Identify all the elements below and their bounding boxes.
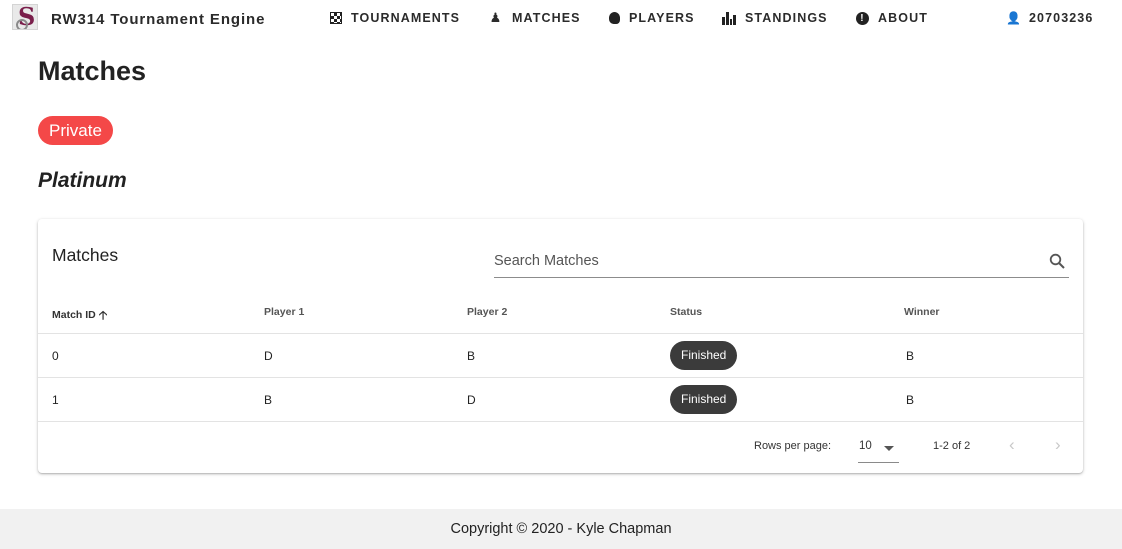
- logo-gear-icon: [16, 19, 28, 29]
- user-id-label: 20703236: [1029, 11, 1094, 25]
- tournament-name: Platinum: [38, 169, 127, 192]
- nav-standings-label: STANDINGS: [745, 11, 828, 25]
- head-profile-icon: [609, 12, 620, 24]
- cell-match-id: 1: [52, 393, 59, 407]
- status-badge: Finished: [670, 385, 738, 414]
- nav-tournaments[interactable]: TOURNAMENTS: [330, 11, 460, 25]
- page-footer: Copyright © 2020 - Kyle Chapman: [0, 509, 1122, 549]
- nav-matches[interactable]: ♟ MATCHES: [489, 10, 581, 26]
- table-pagination: Rows per page: 10 1-2 of 2 ‹ ›: [38, 421, 1083, 473]
- matches-table-card: Matches Match ID🡡 Player 1 Player 2 Stat…: [38, 219, 1083, 473]
- column-header-status[interactable]: Status: [670, 306, 702, 318]
- column-label-match-id: Match ID: [52, 309, 96, 321]
- column-header-winner[interactable]: Winner: [904, 306, 940, 318]
- page-title: Matches: [38, 56, 147, 86]
- table-title: Matches: [52, 245, 119, 265]
- chess-pawn-icon: ♟: [489, 10, 503, 25]
- search-icon[interactable]: [1049, 253, 1065, 269]
- app-logo[interactable]: S: [12, 4, 38, 30]
- top-app-bar: S RW314 Tournament Engine TOURNAMENTS ♟ …: [0, 0, 1122, 38]
- sort-ascending-arrow-icon[interactable]: 🡡: [99, 306, 108, 327]
- nav-about[interactable]: ! ABOUT: [856, 11, 928, 25]
- previous-page-icon[interactable]: ‹: [1009, 435, 1015, 455]
- cell-player-1: B: [264, 393, 273, 407]
- user-gear-icon: 👤: [1006, 11, 1023, 25]
- table-row[interactable]: 0 D B Finished B: [38, 334, 1083, 378]
- nav-matches-label: MATCHES: [512, 11, 581, 25]
- status-badge: Finished: [670, 341, 738, 370]
- nav-standings[interactable]: STANDINGS: [722, 11, 828, 25]
- dropdown-arrow-icon: [884, 446, 894, 451]
- cell-player-1: D: [264, 349, 273, 363]
- next-page-icon[interactable]: ›: [1055, 435, 1061, 455]
- column-header-player-1[interactable]: Player 1: [264, 306, 304, 318]
- chessboard-icon: [330, 12, 342, 24]
- search-input[interactable]: [494, 253, 1034, 269]
- cell-match-id: 0: [52, 349, 59, 363]
- cell-winner: B: [906, 393, 915, 407]
- pagination-range: 1-2 of 2: [933, 440, 971, 452]
- rows-per-page-label: Rows per page:: [754, 440, 832, 452]
- cell-player-2: B: [467, 349, 476, 363]
- table-header: Match ID 🡡 Player 1 Player 2 Status Winne…: [38, 299, 1083, 334]
- app-brand-title[interactable]: RW314 Tournament Engine: [51, 11, 265, 28]
- nav-about-label: ABOUT: [878, 11, 928, 25]
- column-header-match-id[interactable]: Match ID 🡡: [52, 306, 107, 327]
- nav-tournaments-label: TOURNAMENTS: [351, 11, 461, 25]
- rows-per-page-value: 10: [859, 440, 872, 452]
- search-field: [494, 243, 1069, 278]
- copyright-text: Copyright © 2020 - Kyle Chapman: [450, 521, 672, 537]
- user-account-menu[interactable]: 👤 20703236: [1006, 11, 1093, 25]
- nav-players[interactable]: PLAYERS: [609, 11, 695, 25]
- table-row[interactable]: 1 B D Finished B: [38, 378, 1083, 422]
- private-visibility-chip: Private: [38, 116, 113, 145]
- nav-players-label: PLAYERS: [629, 11, 695, 25]
- column-header-player-2[interactable]: Player 2: [467, 306, 507, 318]
- cell-winner: B: [906, 349, 915, 363]
- info-icon: !: [856, 11, 869, 25]
- bar-chart-icon: [722, 11, 736, 25]
- rows-per-page-select[interactable]: 10: [858, 433, 899, 463]
- cell-player-2: D: [467, 393, 476, 407]
